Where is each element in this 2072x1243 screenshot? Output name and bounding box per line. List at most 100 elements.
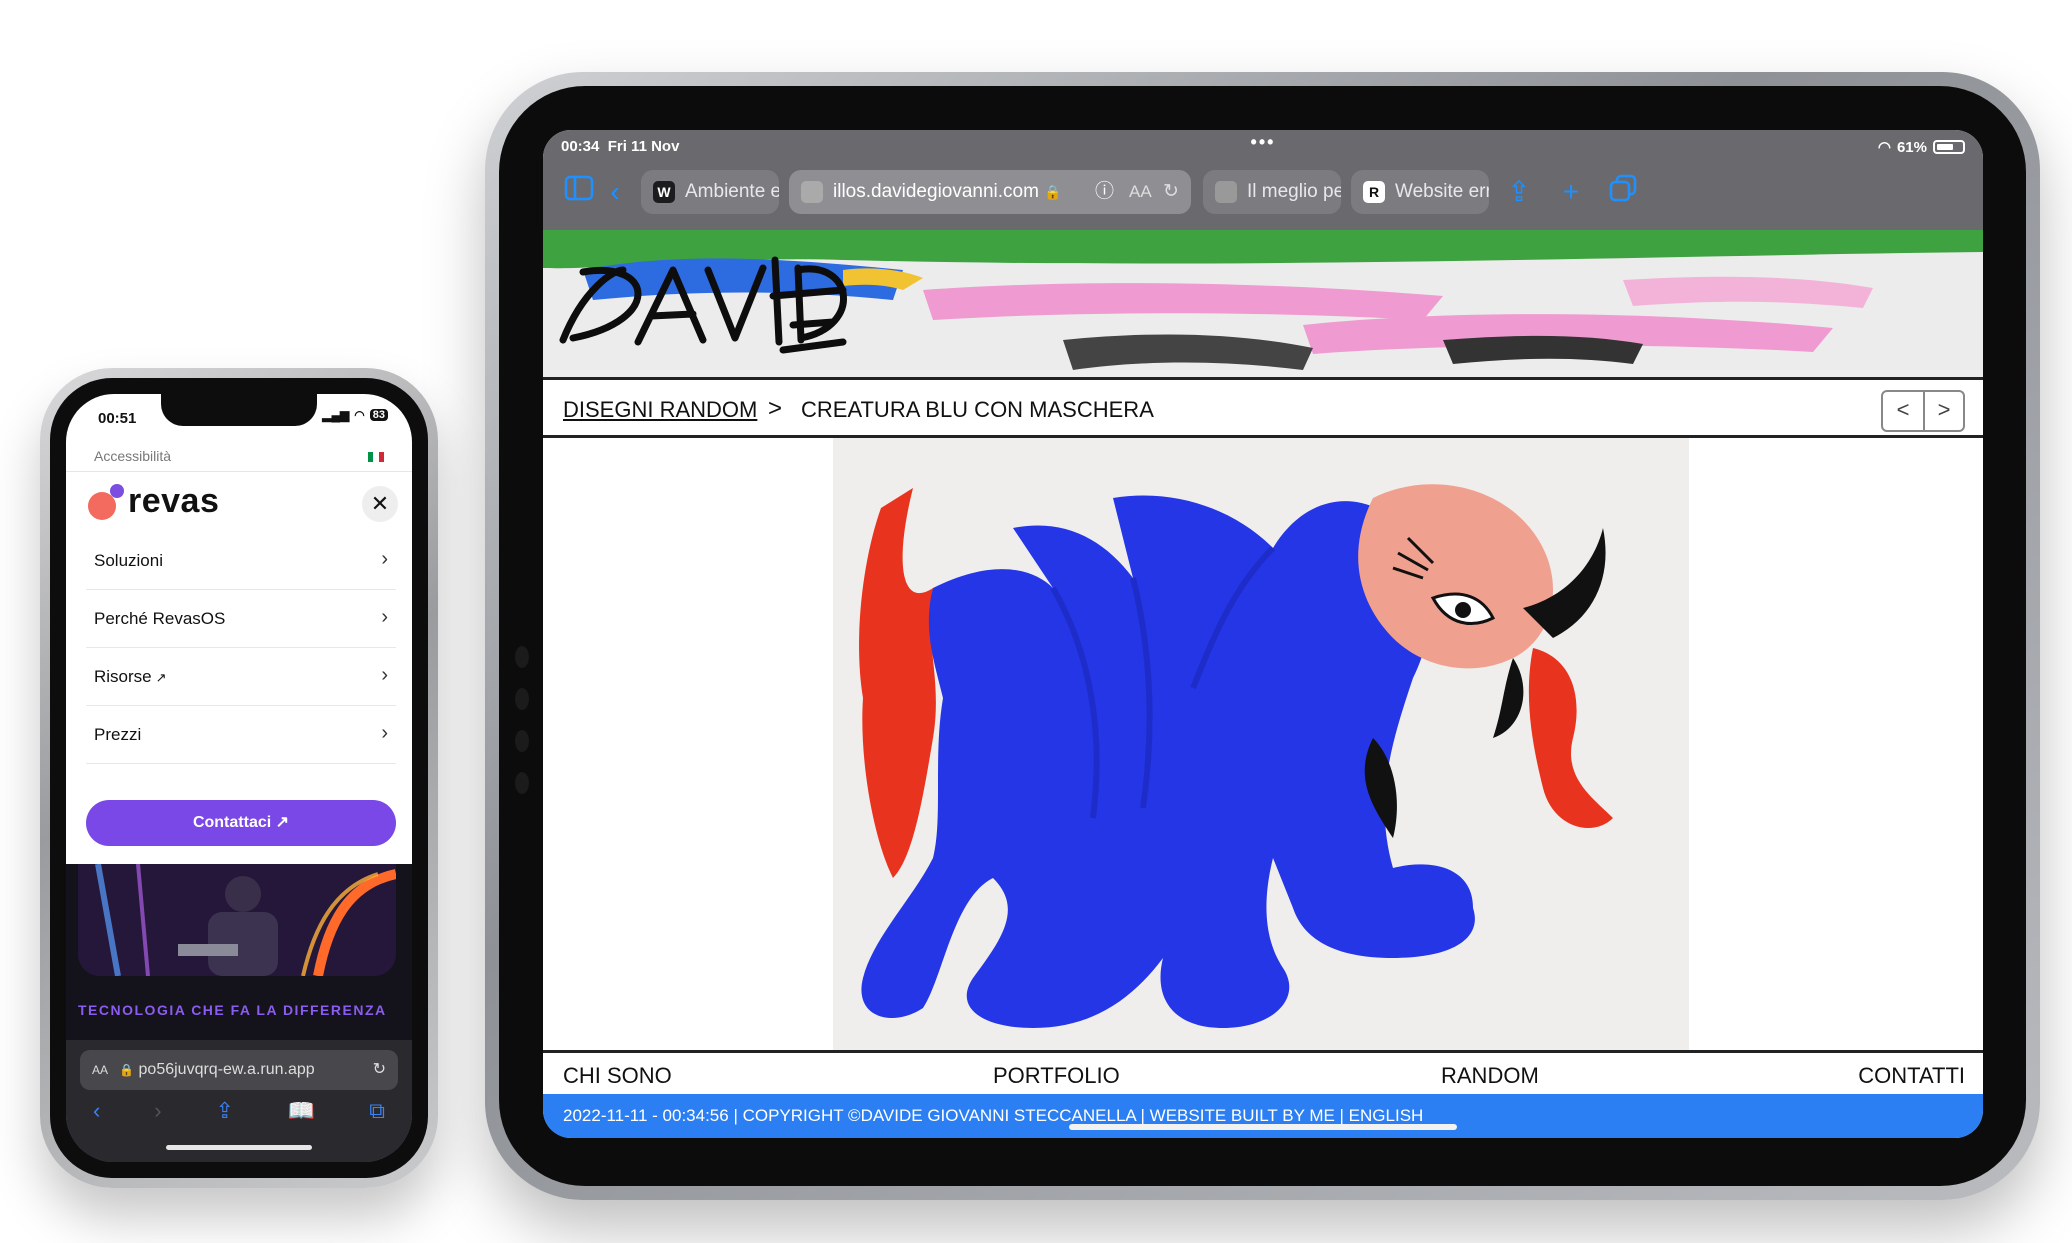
bookmarks-icon[interactable]: 📖 [288, 1098, 315, 1130]
menu-item-label: Perché RevasOS [94, 609, 226, 628]
multitasking-dots[interactable]: ••• [1251, 132, 1276, 153]
site-header-banner[interactable] [543, 230, 1983, 380]
reload-icon[interactable]: ↻ [1163, 170, 1179, 214]
revas-logo-dot [110, 484, 124, 498]
iphone-device: 00:51 ▂▄▆ ◠ 83 Accessibilità revas ✕ Sol… [40, 368, 438, 1188]
artwork-container [543, 438, 1983, 1050]
tab-label: Ambiente e tecn [685, 181, 779, 202]
reader-aa-button[interactable]: AA [1129, 170, 1152, 214]
revas-logo[interactable]: revas [128, 482, 219, 521]
menu-item-label: Prezzi [94, 725, 142, 744]
accessibility-bar: Accessibilità [66, 438, 412, 472]
blue-creature-illustration [859, 484, 1613, 1028]
share-icon[interactable]: ⇪ [216, 1098, 234, 1130]
battery-icon: 83 [369, 409, 388, 421]
accessibility-link[interactable]: Accessibilità [94, 448, 171, 464]
tab-favicon [801, 181, 823, 203]
nav-chi-sono[interactable]: CHI SONO [563, 1063, 672, 1089]
copyright-bar[interactable]: 2022-11-11 - 00:34:56 | COPYRIGHT ©DAVID… [543, 1094, 1983, 1138]
forward-icon[interactable]: › [154, 1098, 161, 1130]
home-indicator[interactable] [1069, 1124, 1457, 1130]
ipad-device: 00:34 Fri 11 Nov ••• ◠ 61% ‹ W Ambiente … [485, 72, 2040, 1200]
tab-label: Il meglio per il tu [1247, 181, 1341, 202]
tagline: TECNOLOGIA CHE FA LA DIFFERENZA [78, 1002, 387, 1018]
status-time: 00:51 [98, 410, 137, 427]
tab-label: Website error [1395, 181, 1489, 202]
artwork-image [833, 438, 1689, 1050]
safari-toolbar: 00:34 Fri 11 Nov ••• ◠ 61% ‹ W Ambiente … [543, 130, 1983, 230]
new-tab-icon[interactable]: + [1553, 174, 1589, 210]
banner-illustration [543, 230, 1983, 370]
address-bar-url[interactable]: po56juvqrq-ew.a.run.app [139, 1061, 315, 1078]
tab-illos-active[interactable]: illos.davidegiovanni.com 🔒 ⓘ AA ↻ [789, 170, 1191, 214]
ipad-status-bar: 00:34 Fri 11 Nov ••• ◠ 61% [561, 132, 1965, 158]
nav-portfolio[interactable]: PORTFOLIO [993, 1063, 1120, 1089]
site-header: revas ✕ [66, 472, 412, 532]
contattaci-button[interactable]: Contattaci ↗ [86, 800, 396, 846]
device-mockup-stage: 00:34 Fri 11 Nov ••• ◠ 61% ‹ W Ambiente … [0, 0, 2072, 1243]
next-artwork-button[interactable]: > [1923, 392, 1963, 430]
nav-contatti[interactable]: CONTATTI [1858, 1063, 1965, 1089]
footer-nav: CHI SONO PORTFOLIO RANDOM CONTATTI [543, 1050, 1983, 1094]
battery-percent: 61% [1896, 138, 1927, 156]
nav-random[interactable]: RANDOM [1441, 1063, 1539, 1089]
menu-item-perche-revasos[interactable]: Perché RevasOS › [86, 590, 396, 648]
menu-item-soluzioni[interactable]: Soluzioni › [86, 532, 396, 590]
page-title: CREATURA BLU CON MASCHERA [801, 397, 1154, 422]
tab-bar: ‹ W Ambiente e tecn illos.davidegiovanni… [543, 168, 1983, 216]
hero-photo-illustration [78, 864, 396, 976]
dark-section: TECNOLOGIA CHE FA LA DIFFERENZA AA 🔒 po5… [66, 864, 412, 1162]
chevron-right-icon: › [381, 548, 388, 570]
external-link-icon: ↗ [275, 814, 290, 831]
signal-icon: ▂▄▆ [322, 408, 350, 422]
tab-favicon: R [1363, 181, 1385, 203]
tab-ambiente[interactable]: W Ambiente e tecn [641, 170, 779, 214]
reload-icon[interactable]: ↻ [373, 1050, 386, 1090]
battery-icon [1933, 140, 1965, 154]
menu-item-label: Soluzioni [94, 551, 163, 570]
status-right: ◠ 61% [1878, 138, 1965, 156]
sidebar-toggle-icon[interactable] [561, 174, 597, 210]
status-time: 00:34 Fri 11 Nov [561, 138, 680, 155]
external-link-icon: ↗ [155, 670, 167, 685]
artwork-pager: < > [1881, 390, 1965, 432]
menu-item-label: Risorse ↗ [94, 667, 167, 686]
breadcrumb-parent-link[interactable]: DISEGNI RANDOM [563, 397, 757, 423]
tabs-overview-icon[interactable]: ⧉ [369, 1098, 385, 1130]
prev-artwork-button[interactable]: < [1883, 392, 1923, 430]
chevron-right-icon: › [381, 664, 388, 686]
ipad-screen: 00:34 Fri 11 Nov ••• ◠ 61% ‹ W Ambiente … [543, 130, 1983, 1138]
hero-photo [78, 864, 396, 976]
lock-icon: 🔒 [112, 1063, 135, 1077]
status-right: ▂▄▆ ◠ 83 [322, 408, 388, 422]
address-bar[interactable]: AA 🔒 po56juvqrq-ew.a.run.app ↻ [80, 1050, 398, 1090]
close-menu-button[interactable]: ✕ [362, 486, 398, 522]
tabs-overview-icon[interactable] [1605, 174, 1641, 210]
menu-item-risorse[interactable]: Risorse ↗ › [86, 648, 396, 706]
lock-icon: 🔒 [1044, 184, 1062, 200]
wifi-icon: ◠ [1877, 139, 1891, 156]
iphone-screen: 00:51 ▂▄▆ ◠ 83 Accessibilità revas ✕ Sol… [66, 394, 412, 1162]
share-icon[interactable]: ⇪ [1501, 174, 1537, 210]
tab-website-error[interactable]: R Website error [1351, 170, 1489, 214]
italian-flag-icon[interactable] [368, 452, 384, 462]
password-manager-icon[interactable]: ⓘ [1095, 170, 1114, 214]
wifi-icon: ◠ [354, 408, 365, 422]
chevron-right-icon: › [381, 722, 388, 744]
breadcrumb-separator: > [768, 395, 783, 422]
reader-aa-button[interactable]: AA [92, 1063, 108, 1077]
safari-nav-buttons: ‹ › ⇪ 📖 ⧉ [66, 1098, 412, 1130]
safari-bottom-bar: AA 🔒 po56juvqrq-ew.a.run.app ↻ ‹ › ⇪ 📖 ⧉ [66, 1040, 412, 1162]
cta-container: Contattaci ↗ [86, 800, 396, 850]
tab-favicon: W [653, 181, 675, 203]
tab-il-meglio[interactable]: Il meglio per il tu [1203, 170, 1341, 214]
address-bar-url[interactable]: illos.davidegiovanni.com [833, 181, 1039, 202]
tab-favicon [1215, 181, 1237, 203]
ipad-camera-sensors [515, 646, 529, 814]
breadcrumb: DISEGNI RANDOM > CREATURA BLU CON MASCHE… [543, 382, 1983, 438]
home-indicator[interactable] [166, 1145, 312, 1150]
back-icon[interactable]: ‹ [597, 174, 633, 210]
iphone-notch [161, 394, 317, 426]
back-icon[interactable]: ‹ [93, 1098, 100, 1130]
menu-item-prezzi[interactable]: Prezzi › [86, 706, 396, 764]
